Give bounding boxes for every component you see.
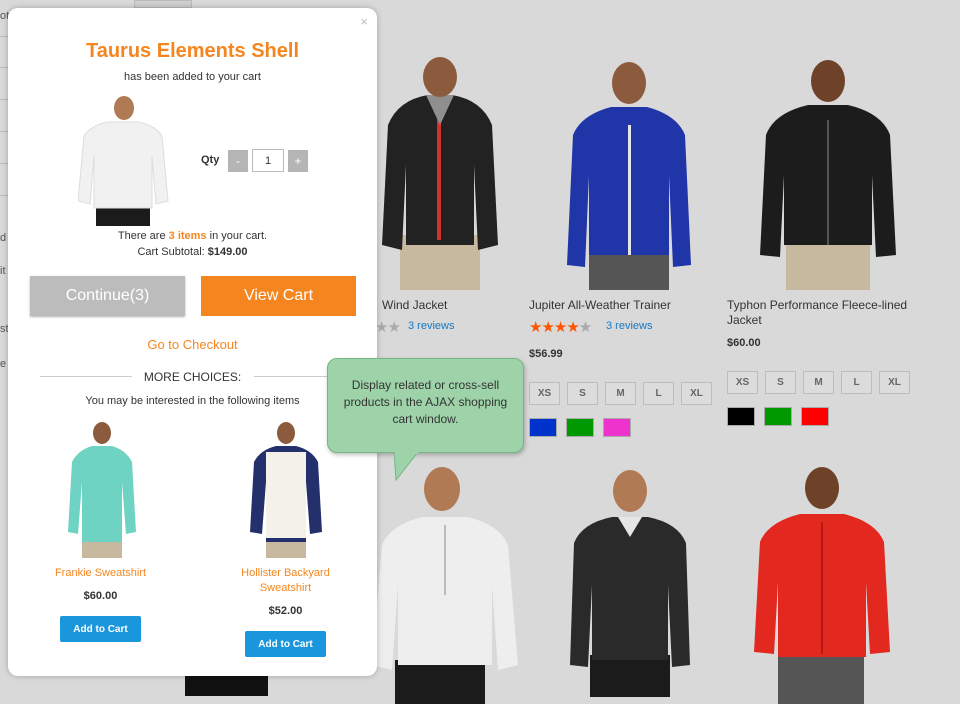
divider bbox=[0, 195, 8, 196]
qty-increase-button[interactable]: + bbox=[288, 150, 308, 172]
size-option[interactable]: L bbox=[841, 371, 872, 394]
stub-text: e bbox=[0, 358, 7, 370]
reviews-link[interactable]: 3 reviews bbox=[408, 320, 454, 332]
product-image-wind-jacket[interactable] bbox=[378, 55, 502, 290]
rating-stars: ★★ bbox=[375, 319, 401, 336]
size-option[interactable]: M bbox=[605, 382, 636, 405]
product-image-dark-fleece[interactable] bbox=[568, 465, 692, 697]
product-image-jupiter[interactable] bbox=[565, 55, 693, 290]
added-subtitle: has been added to your cart bbox=[124, 71, 261, 83]
rating-stars: ★★★★★ bbox=[529, 319, 592, 336]
color-swatch-pink[interactable] bbox=[603, 418, 631, 437]
close-icon[interactable]: × bbox=[360, 14, 368, 29]
cart-count: 3 items bbox=[168, 230, 207, 242]
size-option[interactable]: S bbox=[567, 382, 598, 405]
checkout-link[interactable]: Go to Checkout bbox=[8, 337, 377, 352]
added-product-title: Taurus Elements Shell bbox=[85, 40, 300, 62]
product-image-fragment bbox=[185, 676, 268, 696]
size-option[interactable]: XL bbox=[681, 382, 712, 405]
color-swatch-black[interactable] bbox=[727, 407, 755, 426]
color-swatch-blue[interactable] bbox=[529, 418, 557, 437]
reviews-link[interactable]: 3 reviews bbox=[606, 320, 652, 332]
size-options: XS S M L XL bbox=[727, 371, 910, 394]
ajax-cart-modal: × Taurus Elements Shell has been added t… bbox=[8, 8, 377, 676]
size-option[interactable]: XS bbox=[529, 382, 560, 405]
more-choices-heading: MORE CHOICES: bbox=[143, 370, 242, 384]
interest-text: You may be interested in the following i… bbox=[85, 395, 300, 407]
divider bbox=[0, 131, 8, 132]
size-option[interactable]: S bbox=[765, 371, 796, 394]
subtotal-label: Cart Subtotal: bbox=[137, 246, 208, 258]
size-option[interactable]: XS bbox=[727, 371, 758, 394]
divider bbox=[0, 36, 8, 37]
product-image-red-fleece[interactable] bbox=[752, 462, 892, 704]
toolbar-fragment bbox=[134, 0, 192, 8]
stub-text: it bbox=[0, 265, 6, 277]
stub-text: d bbox=[0, 232, 7, 244]
product-name[interactable]: Jupiter All-Weather Trainer bbox=[529, 298, 671, 313]
color-swatches bbox=[727, 407, 829, 426]
cart-count-text: There are 3 items in your cart. bbox=[8, 230, 377, 242]
product-price: $60.00 bbox=[727, 337, 761, 349]
size-option[interactable]: L bbox=[643, 382, 674, 405]
size-option[interactable]: XL bbox=[879, 371, 910, 394]
product-image-white-pullover[interactable] bbox=[370, 465, 520, 704]
product-price: $56.99 bbox=[529, 348, 563, 360]
suggestion-name[interactable]: Frankie Sweatshirt bbox=[38, 566, 163, 581]
add-to-cart-button[interactable]: Add to Cart bbox=[245, 631, 326, 657]
feature-callout: Display related or cross-sell products i… bbox=[327, 358, 524, 453]
qty-label: Qty bbox=[201, 154, 220, 166]
suggestion-image-hollister[interactable] bbox=[250, 422, 322, 558]
added-product-image bbox=[78, 96, 169, 226]
continue-button[interactable]: Continue(3) bbox=[30, 276, 185, 316]
size-option[interactable]: M bbox=[803, 371, 834, 394]
cart-count-prefix: There are bbox=[117, 230, 169, 242]
product-name[interactable]: Typhon Performance Fleece-lined Jacket bbox=[727, 298, 917, 328]
cart-subtotal: Cart Subtotal: $149.00 bbox=[8, 246, 377, 258]
cart-count-suffix: in your cart. bbox=[206, 230, 268, 242]
product-image-typhon[interactable] bbox=[758, 55, 898, 290]
color-swatch-green[interactable] bbox=[566, 418, 594, 437]
add-to-cart-button[interactable]: Add to Cart bbox=[60, 616, 141, 642]
suggestion-price: $52.00 bbox=[268, 605, 303, 617]
callout-tail bbox=[394, 452, 419, 482]
divider bbox=[0, 67, 8, 68]
color-swatch-red[interactable] bbox=[801, 407, 829, 426]
view-cart-button[interactable]: View Cart bbox=[201, 276, 356, 316]
size-options: XS S M L XL bbox=[529, 382, 712, 405]
color-swatch-green[interactable] bbox=[764, 407, 792, 426]
callout-text: Display related or cross-sell products i… bbox=[343, 378, 508, 426]
qty-decrease-button[interactable]: - bbox=[228, 150, 248, 172]
suggestion-name[interactable]: Hollister Backyard Sweatshirt bbox=[223, 566, 348, 596]
divider bbox=[0, 163, 8, 164]
suggestion-price: $60.00 bbox=[83, 590, 118, 602]
divider bbox=[0, 99, 8, 100]
qty-input[interactable] bbox=[252, 149, 284, 172]
product-name[interactable]: Wind Jacket bbox=[382, 298, 447, 313]
color-swatches bbox=[529, 418, 631, 437]
suggestion-image-frankie[interactable] bbox=[68, 422, 136, 558]
subtotal-value: $149.00 bbox=[207, 246, 248, 258]
